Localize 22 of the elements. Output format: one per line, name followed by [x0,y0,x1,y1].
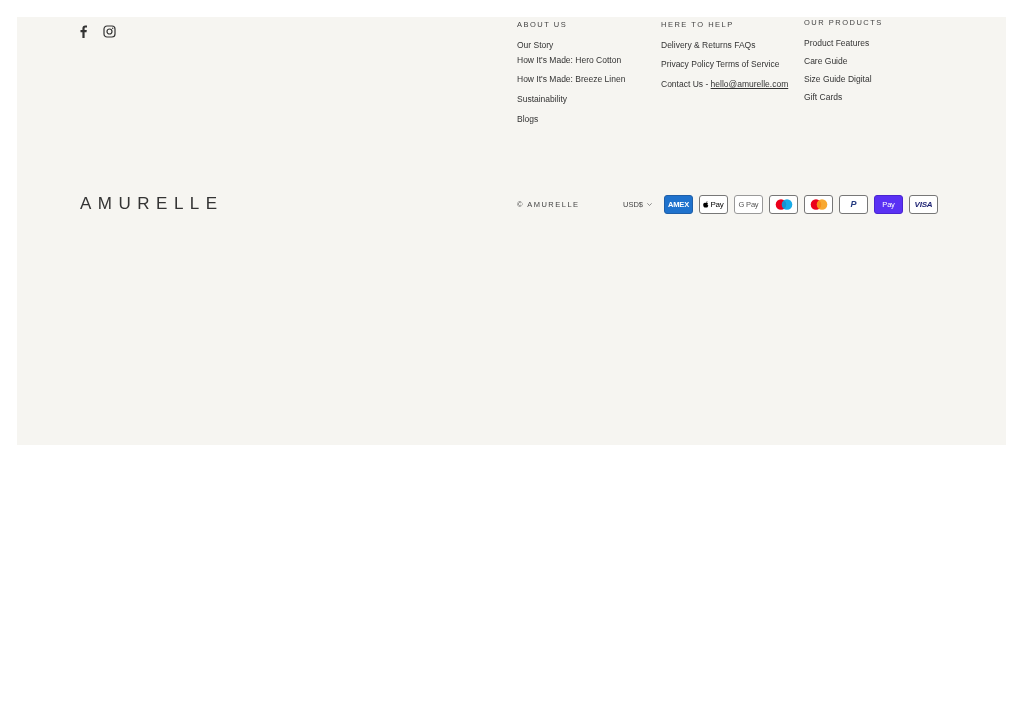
footer-link[interactable]: Blogs [517,114,661,124]
email-link[interactable]: hello@amurelle.com [710,79,789,89]
instagram-icon[interactable] [103,25,116,38]
mastercard-badge [804,194,833,214]
maestro-badge [769,194,798,214]
footer-link[interactable]: Product Features [804,38,938,48]
footer-link[interactable]: Size Guide Digital [804,74,938,84]
contact-text: Contact Us - hello@amurelle.com [661,79,790,89]
footer-link[interactable]: Care Guide [804,56,938,66]
chevron-icon [647,202,652,206]
footer-link[interactable]: How It's Made: Hero Cotton [517,55,661,65]
footer-link[interactable]: Delivery & Returns FAQs [661,40,804,50]
footer-link[interactable]: How It's Made: Breeze Linen [517,74,661,84]
footer-link[interactable]: Sustainability [517,94,661,104]
footer-link[interactable]: Gift Cards [804,92,938,102]
brand-logo: AMURELLE [80,194,225,214]
paypal-badge: P [839,194,868,214]
footer-link[interactable]: Privacy Policy Terms of Service [661,59,804,69]
facebook-icon[interactable] [80,25,87,38]
visa-badge: VISA [909,194,938,214]
applepay-badge: Pay [699,194,728,214]
footer-link[interactable]: Our Story [517,40,661,50]
